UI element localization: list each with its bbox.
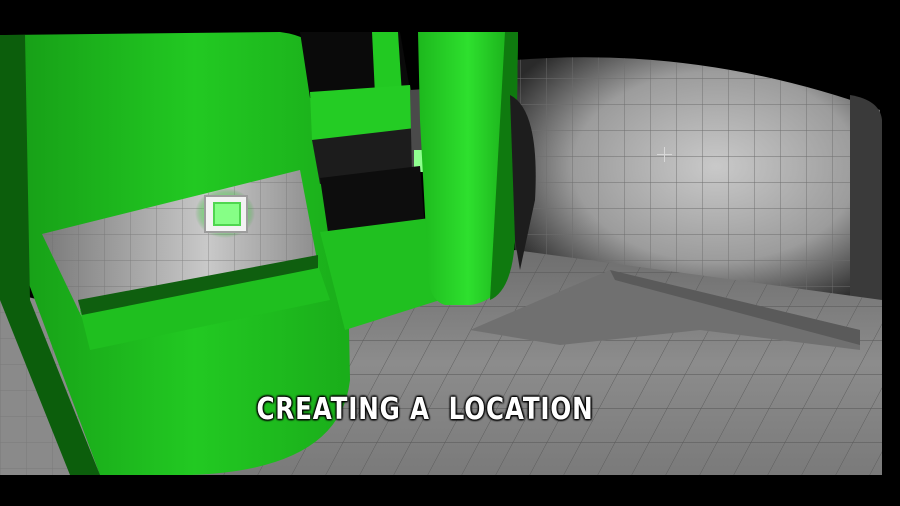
crosshair-icon — [657, 147, 672, 162]
level-scene — [0, 0, 900, 506]
game-viewport[interactable]: CREATING A LOCATION — [0, 0, 900, 506]
video-caption: CREATING A LOCATION — [256, 392, 594, 427]
light-panel — [213, 202, 241, 226]
